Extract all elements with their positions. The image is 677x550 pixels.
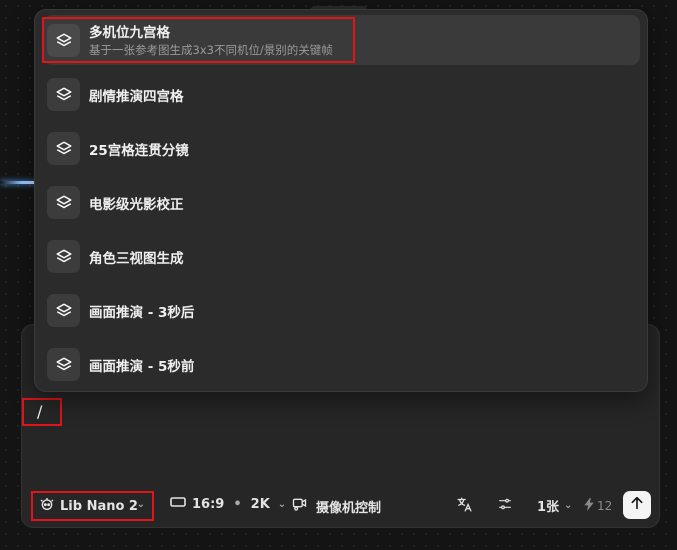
command-menu: 多机位九宫格 基于一张参考图生成3x3不同机位/景别的关键帧 剧情推演四宫格 2… — [34, 9, 648, 392]
camera-icon — [291, 496, 308, 516]
robot-icon — [39, 496, 55, 516]
menu-item-title: 电影级光影校正 — [89, 197, 184, 213]
ratio-label: 16:9 — [192, 496, 225, 512]
layers-icon — [47, 348, 80, 381]
menu-item-title: 角色三视图生成 — [89, 251, 184, 267]
menu-item-title: 多机位九宫格 — [89, 25, 170, 41]
camera-control-button[interactable]: 摄像机控制 — [291, 496, 381, 516]
prompt-input[interactable]: / — [22, 398, 62, 426]
resolution-label: 2K — [250, 496, 270, 512]
count-label: 1张 — [537, 500, 560, 515]
model-label: Lib Nano 2 — [60, 498, 138, 514]
layers-icon — [47, 132, 80, 165]
sliders-icon — [497, 496, 513, 516]
menu-item-character-three-view[interactable]: 角色三视图生成 — [43, 231, 640, 281]
send-button[interactable] — [623, 491, 651, 519]
menu-item-scene-3s-after[interactable]: 画面推演 - 3秒后 — [43, 285, 640, 335]
camera-control-label: 摄像机控制 — [316, 500, 382, 516]
layers-icon — [47, 186, 80, 219]
menu-item-25-grid-storyboard[interactable]: 25宫格连贯分镜 — [43, 123, 640, 173]
credits-indicator: 12 — [584, 498, 612, 514]
layers-icon — [47, 294, 80, 327]
settings-button[interactable] — [497, 496, 513, 516]
menu-item-title: 画面推演 - 5秒前 — [89, 359, 195, 375]
menu-item-cinematic-lighting[interactable]: 电影级光影校正 — [43, 177, 640, 227]
layers-icon — [47, 78, 80, 111]
chevron-down-icon: ⌄ — [277, 498, 287, 510]
layers-icon — [47, 240, 80, 273]
model-selector[interactable]: Lib Nano 2 ⌄ — [31, 491, 154, 521]
credits-value: 12 — [597, 499, 613, 513]
count-selector[interactable]: 1张 ⌄ — [537, 496, 572, 515]
aspect-ratio-icon — [170, 496, 186, 512]
lightning-icon — [584, 498, 594, 514]
menu-item-scene-5s-before[interactable]: 画面推演 - 5秒前 — [43, 339, 640, 389]
arrow-up-icon — [629, 495, 645, 515]
menu-item-title: 画面推演 - 3秒后 — [89, 305, 195, 321]
menu-item-story-four-grid[interactable]: 剧情推演四宫格 — [43, 69, 640, 119]
chevron-down-icon: ⌄ — [136, 499, 145, 510]
menu-item-desc: 基于一张参考图生成3x3不同机位/景别的关键帧 — [89, 43, 333, 57]
menu-item-multi-angle-grid[interactable]: 多机位九宫格 基于一张参考图生成3x3不同机位/景别的关键帧 — [43, 15, 640, 65]
translate-button[interactable] — [456, 496, 473, 517]
layers-icon — [47, 24, 80, 57]
connection-line — [0, 181, 36, 184]
menu-item-title: 剧情推演四宫格 — [89, 89, 184, 105]
menu-item-title: 25宫格连贯分镜 — [89, 143, 189, 159]
ratio-resolution-selector[interactable]: 16:9 • 2K ⌄ — [170, 496, 286, 512]
translate-icon — [456, 496, 473, 517]
chevron-down-icon: ⌄ — [564, 500, 573, 511]
separator-dot: • — [233, 496, 242, 512]
